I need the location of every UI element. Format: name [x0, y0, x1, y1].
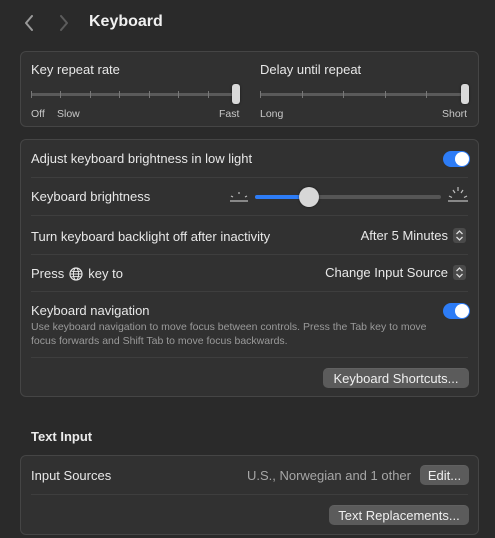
- backlight-inactivity-value: After 5 Minutes: [360, 228, 448, 243]
- backlight-inactivity-popup[interactable]: After 5 Minutes: [361, 228, 466, 243]
- text-input-section-title: Text Input: [31, 429, 93, 444]
- globe-icon: [69, 266, 83, 281]
- stepper-icon: [453, 228, 466, 243]
- brightness-high-icon: [448, 187, 468, 202]
- globe-key-value: Change Input Source: [325, 265, 448, 280]
- input-sources-value: U.S., Norwegian and 1 other: [246, 468, 411, 483]
- chevron-right-icon: [60, 15, 68, 31]
- input-sources-label: Input Sources: [31, 468, 112, 483]
- press-label-prefix: Press: [31, 266, 65, 281]
- key-repeat-label: Key repeat rate: [31, 62, 120, 77]
- edit-input-sources-button[interactable]: Edit...: [420, 465, 469, 485]
- brightness-knob[interactable]: [299, 187, 319, 207]
- adjust-brightness-toggle[interactable]: [443, 151, 470, 167]
- press-globe-label: Press key to: [31, 266, 123, 281]
- key-repeat-tick-fast: Fast: [219, 108, 240, 120]
- forward-button[interactable]: [55, 13, 73, 33]
- text-replacements-button[interactable]: Text Replacements...: [329, 505, 469, 525]
- delay-tick-long: Long: [260, 108, 284, 120]
- page-title: Keyboard: [89, 13, 163, 30]
- stepper-icon: [453, 265, 466, 280]
- keyboard-shortcuts-button[interactable]: Keyboard Shortcuts...: [323, 368, 469, 388]
- delay-tick-short: Short: [442, 108, 468, 120]
- keyboard-navigation-toggle[interactable]: [443, 303, 470, 319]
- repeat-panel: Key repeat rate Delay until repeat Off S…: [20, 51, 479, 127]
- keyboard-navigation-label: Keyboard navigation: [31, 303, 150, 318]
- key-repeat-knob[interactable]: [232, 84, 240, 104]
- delay-label: Delay until repeat: [260, 62, 362, 77]
- key-repeat-tick-off: Off: [31, 108, 45, 120]
- text-input-panel: Input Sources U.S., Norwegian and 1 othe…: [20, 455, 479, 535]
- adjust-brightness-label: Adjust keyboard brightness in low light: [31, 151, 253, 166]
- globe-key-popup[interactable]: Change Input Source: [325, 265, 466, 280]
- press-label-suffix: key to: [88, 266, 123, 281]
- backlight-inactivity-label: Turn keyboard backlight off after inacti…: [31, 229, 271, 244]
- brightness-low-icon: [230, 192, 248, 202]
- keyboard-settings-panel: Adjust keyboard brightness in low light …: [20, 139, 479, 397]
- keyboard-brightness-label: Keyboard brightness: [31, 189, 151, 204]
- chevron-left-icon: [25, 15, 33, 31]
- delay-knob[interactable]: [461, 84, 469, 104]
- keyboard-navigation-description: Use keyboard navigation to move focus be…: [31, 321, 427, 347]
- back-button[interactable]: [20, 13, 38, 33]
- key-repeat-tick-slow: Slow: [57, 108, 80, 120]
